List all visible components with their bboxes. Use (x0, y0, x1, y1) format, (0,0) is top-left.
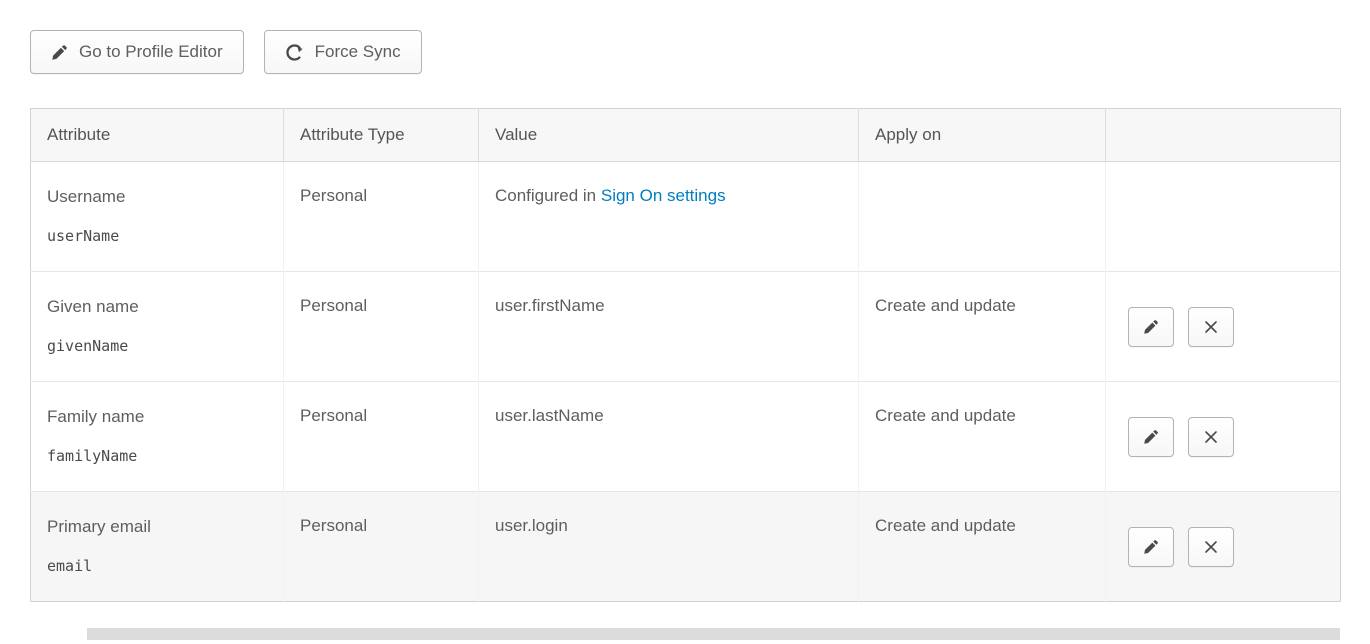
table-row-given-name: Given name givenName Personal user.first… (31, 272, 1341, 382)
attribute-type-cell: Personal (284, 382, 479, 492)
edit-attribute-button[interactable] (1128, 527, 1174, 567)
value-cell: Configured in Sign On settings (479, 162, 859, 272)
attribute-type-cell: Personal (284, 162, 479, 272)
remove-attribute-button[interactable] (1188, 307, 1234, 347)
toolbar: Go to Profile Editor Force Sync (30, 30, 1340, 74)
row-actions (1106, 382, 1341, 492)
value-text: Configured in (495, 186, 596, 205)
force-sync-button[interactable]: Force Sync (264, 30, 422, 74)
value-cell: user.login (479, 492, 859, 602)
attribute-label: Username (47, 186, 267, 207)
value-cell: user.firstName (479, 272, 859, 382)
edit-attribute-button[interactable] (1128, 307, 1174, 347)
attribute-variable-name: userName (47, 227, 267, 245)
apply-on-cell: Create and update (859, 382, 1106, 492)
apply-on-cell (859, 162, 1106, 272)
next-section-edge (87, 628, 1340, 640)
table-body: Username userName Personal Configured in… (31, 162, 1341, 602)
attribute-type-cell: Personal (284, 492, 479, 602)
remove-attribute-button[interactable] (1188, 417, 1234, 457)
attribute-variable-name: familyName (47, 447, 267, 465)
attribute-cell: Family name familyName (31, 382, 284, 492)
column-header-actions (1106, 109, 1341, 162)
refresh-icon (285, 43, 304, 62)
pencil-icon (1143, 319, 1159, 335)
attribute-label: Primary email (47, 516, 267, 537)
pencil-icon (51, 44, 68, 61)
pencil-icon (1143, 539, 1159, 555)
row-actions (1106, 162, 1341, 272)
row-actions (1106, 272, 1341, 382)
header-row: Attribute Attribute Type Value Apply on (31, 109, 1341, 162)
close-icon (1204, 540, 1218, 554)
table-row-primary-email: Primary email email Personal user.login … (31, 492, 1341, 602)
force-sync-label: Force Sync (315, 42, 401, 62)
attribute-mappings-page: Go to Profile Editor Force Sync Attribut… (0, 0, 1370, 640)
remove-attribute-button[interactable] (1188, 527, 1234, 567)
table-row-family-name: Family name familyName Personal user.las… (31, 382, 1341, 492)
table-row-username: Username userName Personal Configured in… (31, 162, 1341, 272)
attribute-label: Family name (47, 406, 267, 427)
table-header: Attribute Attribute Type Value Apply on (31, 109, 1341, 162)
attribute-cell: Username userName (31, 162, 284, 272)
value-cell: user.lastName (479, 382, 859, 492)
column-header-attribute-type: Attribute Type (284, 109, 479, 162)
close-icon (1204, 320, 1218, 334)
column-header-attribute: Attribute (31, 109, 284, 162)
attribute-cell: Given name givenName (31, 272, 284, 382)
attribute-variable-name: givenName (47, 337, 267, 355)
attribute-type-cell: Personal (284, 272, 479, 382)
column-header-apply-on: Apply on (859, 109, 1106, 162)
attribute-cell: Primary email email (31, 492, 284, 602)
attribute-label: Given name (47, 296, 267, 317)
edit-attribute-button[interactable] (1128, 417, 1174, 457)
go-to-profile-editor-button[interactable]: Go to Profile Editor (30, 30, 244, 74)
go-to-profile-editor-label: Go to Profile Editor (79, 42, 223, 62)
column-header-value: Value (479, 109, 859, 162)
apply-on-cell: Create and update (859, 272, 1106, 382)
sign-on-settings-link[interactable]: Sign On settings (601, 186, 726, 205)
close-icon (1204, 430, 1218, 444)
attribute-mappings-table: Attribute Attribute Type Value Apply on … (30, 108, 1341, 602)
attribute-variable-name: email (47, 557, 267, 575)
apply-on-cell: Create and update (859, 492, 1106, 602)
row-actions (1106, 492, 1341, 602)
pencil-icon (1143, 429, 1159, 445)
